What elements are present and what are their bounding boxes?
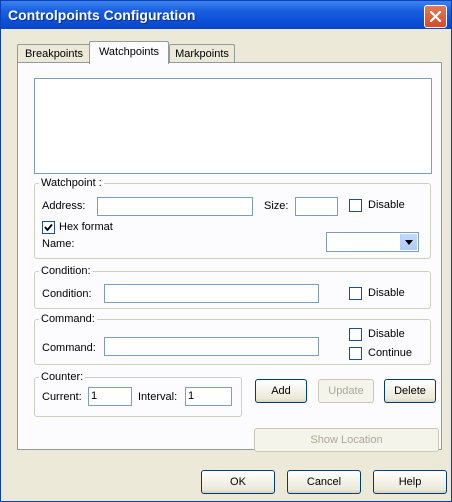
size-label: Size: (264, 200, 289, 212)
watchpoint-disable-checkbox[interactable] (349, 199, 362, 212)
name-dropdown[interactable] (326, 232, 419, 252)
condition-disable-label: Disable (368, 287, 405, 299)
condition-label: Condition: (42, 288, 92, 300)
command-label: Command: (42, 342, 96, 354)
add-button[interactable]: Add (255, 379, 307, 403)
interval-input[interactable]: 1 (185, 387, 232, 406)
hex-format-checkbox[interactable] (42, 221, 55, 234)
watchpoint-disable-label: Disable (368, 199, 405, 211)
close-icon (430, 11, 441, 22)
condition-disable-checkbox[interactable] (349, 287, 362, 300)
dropdown-arrow-button[interactable] (400, 234, 417, 250)
size-input[interactable] (295, 197, 338, 216)
current-label: Current: (42, 391, 82, 403)
window-title: Controlpoints Configuration (8, 7, 196, 23)
title-bar[interactable]: Controlpoints Configuration (1, 1, 451, 29)
watchpoint-list[interactable] (34, 78, 432, 174)
tab-panel: Watchpoint : Address: Size: Disable Hex … (17, 62, 442, 450)
command-continue-checkbox[interactable] (349, 347, 362, 360)
interval-label: Interval: (138, 391, 178, 403)
checkmark-icon (44, 223, 53, 232)
name-label: Name: (42, 238, 75, 250)
command-input[interactable] (104, 337, 319, 356)
command-disable-checkbox[interactable] (349, 328, 362, 341)
delete-button[interactable]: Delete (384, 379, 436, 403)
dialog-window: Controlpoints Configuration Breakpoints … (0, 0, 452, 502)
current-input[interactable]: 1 (88, 387, 132, 406)
watchpoint-legend: Watchpoint : (41, 177, 102, 189)
tab-watchpoints[interactable]: Watchpoints (89, 41, 169, 64)
help-button[interactable]: Help (373, 470, 447, 494)
hex-format-label: Hex format (59, 221, 113, 233)
counter-legend: Counter: (41, 371, 84, 383)
cancel-button[interactable]: Cancel (287, 470, 361, 494)
close-button[interactable] (424, 5, 447, 28)
command-continue-label: Continue (368, 347, 413, 359)
address-label: Address: (42, 200, 86, 212)
chevron-down-icon (405, 240, 413, 245)
condition-input[interactable] (104, 284, 319, 303)
command-disable-label: Disable (368, 328, 405, 340)
condition-legend: Condition: (41, 265, 91, 277)
show-location-button[interactable]: Show Location (254, 428, 439, 452)
tab-breakpoints[interactable]: Breakpoints (17, 44, 91, 63)
address-input[interactable] (97, 197, 253, 216)
tab-markpoints[interactable]: Markpoints (169, 44, 235, 63)
update-button[interactable]: Update (318, 379, 374, 403)
command-legend: Command: (41, 313, 95, 325)
ok-button[interactable]: OK (201, 470, 275, 494)
